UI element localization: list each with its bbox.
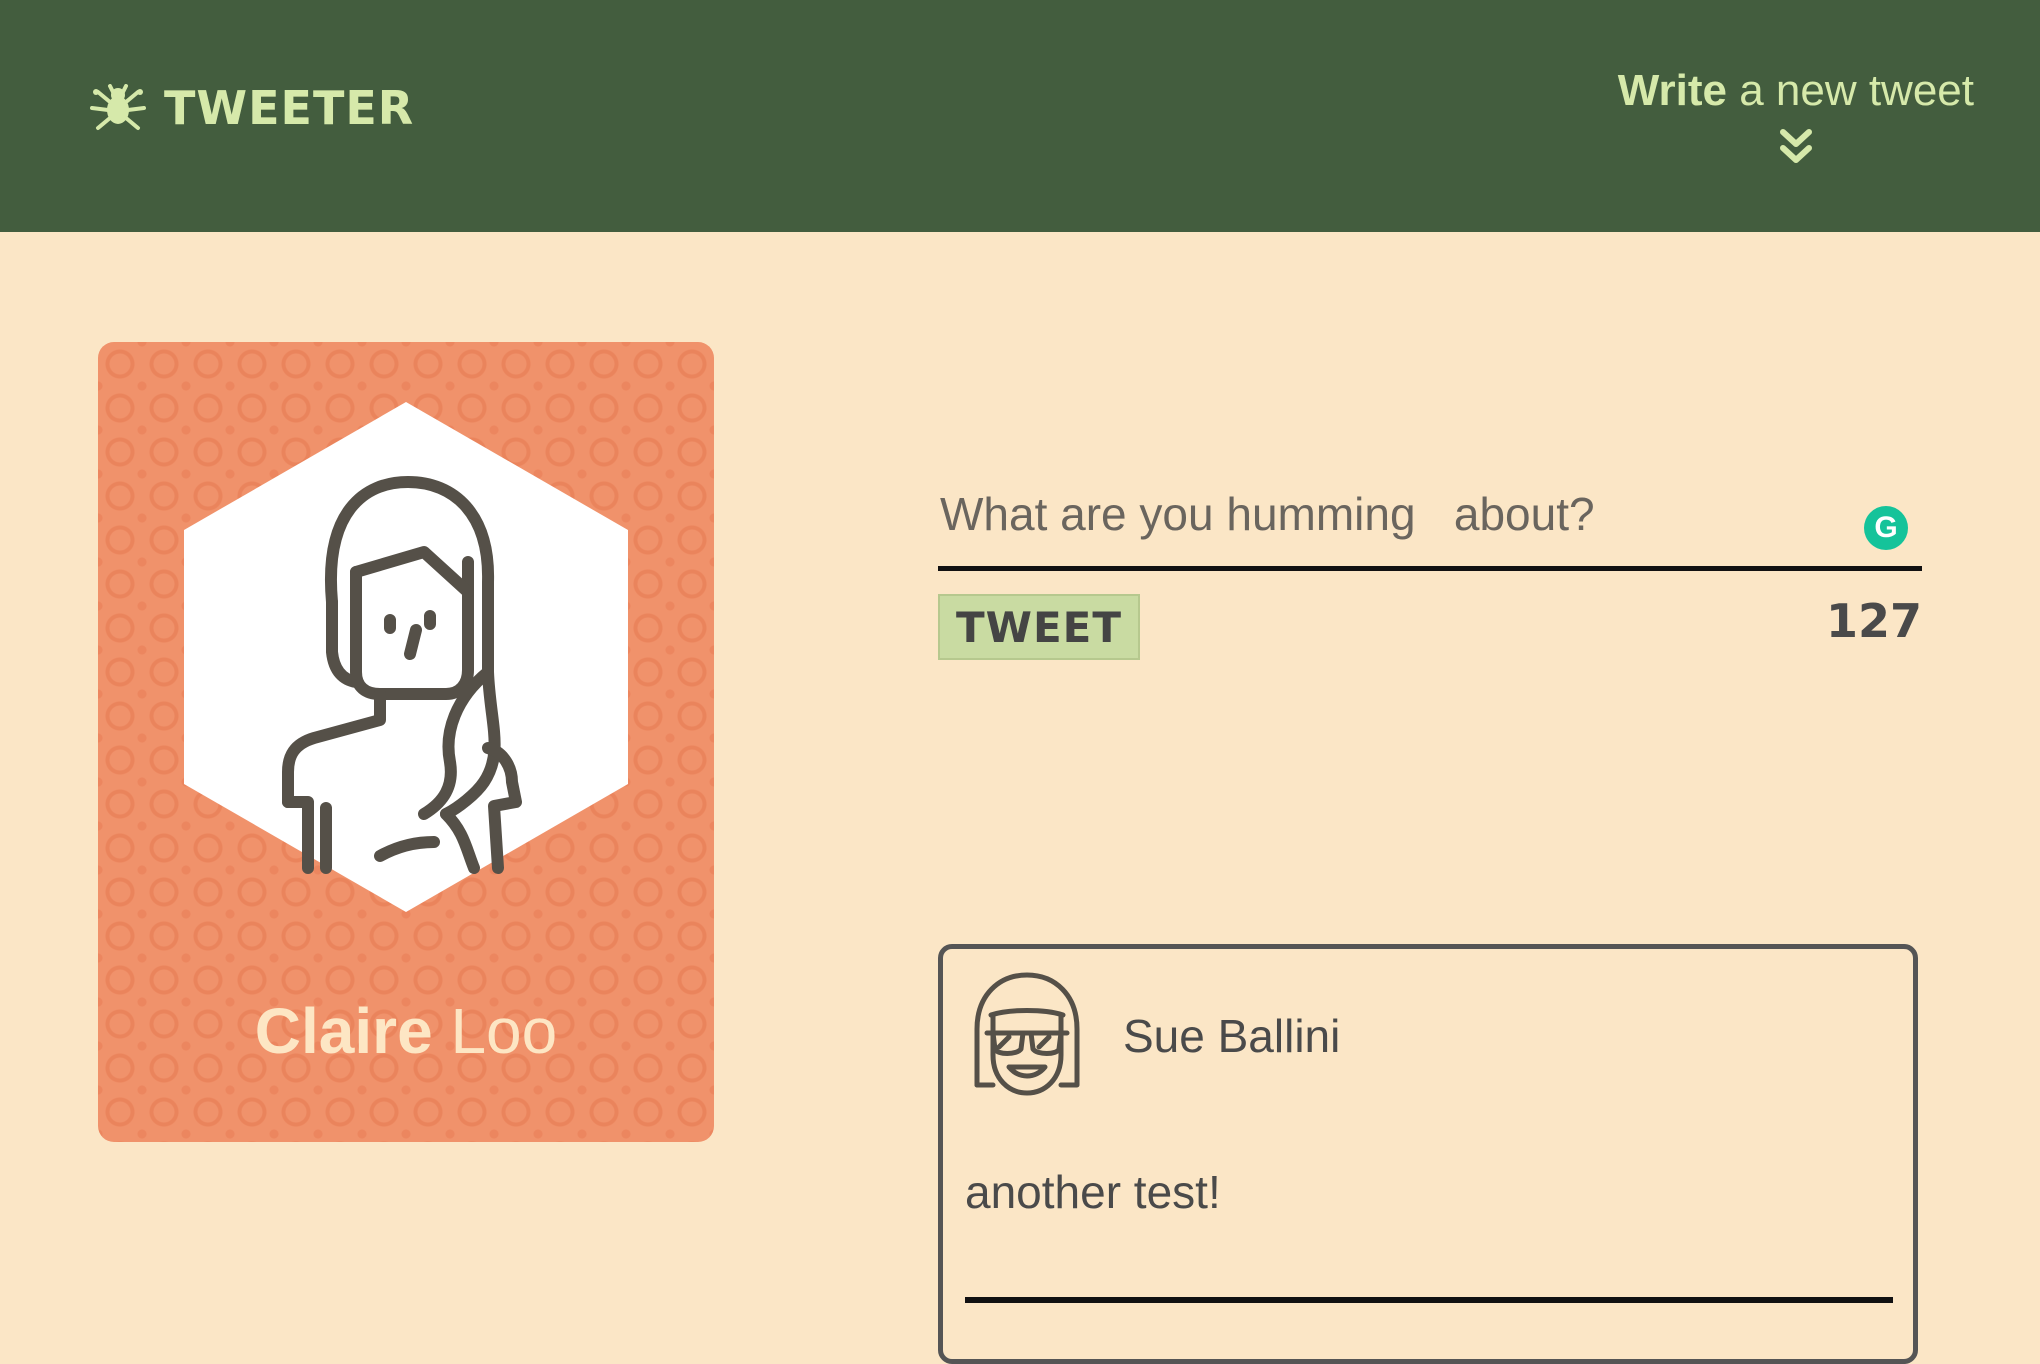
profile-name: Claire Loo [98, 994, 714, 1068]
app-header: TWEETER Write a new tweet [0, 0, 2040, 232]
grammarly-icon[interactable]: G [1864, 506, 1908, 550]
write-new-tweet-rest: a new tweet [1726, 66, 1974, 115]
female-avatar-icon [184, 402, 628, 912]
tweet-card: Sue Ballini another test! [938, 944, 1918, 1364]
brand[interactable]: TWEETER [88, 78, 414, 138]
write-new-tweet-toggle[interactable]: Write a new tweet [1618, 66, 1974, 166]
brand-name: TWEETER [164, 81, 415, 135]
char-counter: 127 [1825, 594, 1922, 648]
write-new-tweet-bold: Write [1617, 66, 1727, 115]
avatar-sunglasses-icon [969, 969, 1085, 1099]
tweet-body: another test! [965, 1166, 1221, 1218]
tweet-divider [965, 1297, 1893, 1303]
tweet-button[interactable]: TWEET [938, 594, 1141, 660]
tweet-composer: G TWEET 127 [938, 470, 1922, 662]
profile-last-name: Loo [432, 995, 558, 1067]
tweet-author-name[interactable]: Sue Ballini [1123, 1009, 1340, 1063]
bug-icon [88, 84, 148, 132]
profile-first-name: Claire [254, 995, 433, 1067]
tweet-input-wrapper: G [938, 470, 1922, 571]
double-chevron-down-icon[interactable] [1618, 126, 1974, 166]
tweet-input[interactable] [940, 482, 1820, 546]
profile-card: Claire Loo [98, 342, 714, 1142]
write-new-tweet-label: Write a new tweet [1618, 66, 1974, 116]
composer-actions: TWEET 127 [938, 594, 1922, 662]
